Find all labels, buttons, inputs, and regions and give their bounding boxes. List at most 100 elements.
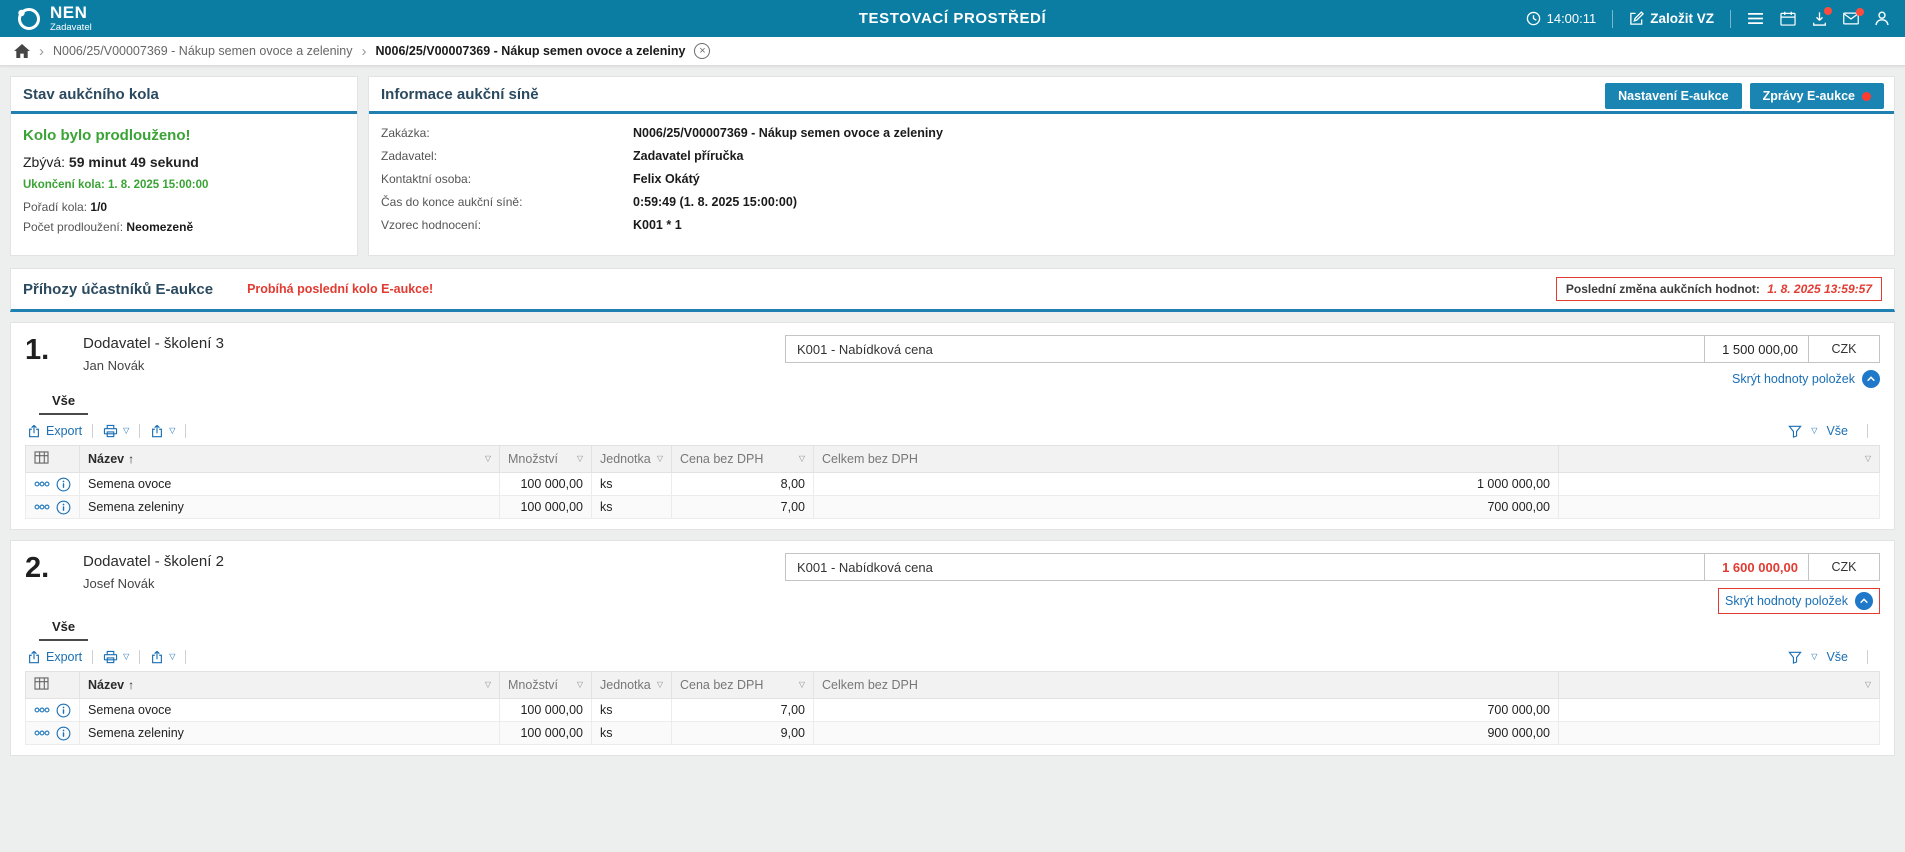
col-total-label: Celkem bez DPH (822, 678, 918, 692)
eauction-messages-button[interactable]: Zprávy E-aukce (1750, 83, 1884, 109)
row-actions-cell (26, 699, 80, 722)
cell-filler (1559, 496, 1880, 519)
filter-caret-icon[interactable]: ▽ (657, 681, 663, 689)
col-grid (26, 672, 80, 699)
bid-currency: CZK (1808, 553, 1880, 581)
caret-down-icon[interactable]: ▽ (1811, 427, 1817, 435)
table-row[interactable]: Semena zeleniny 100 000,00 ks 7,00 700 0… (26, 496, 1880, 519)
col-unit[interactable]: Jednotka▽ (592, 672, 672, 699)
eauction-settings-button[interactable]: Nastavení E-aukce (1605, 83, 1741, 109)
round-extended-status: Kolo bylo prodlouženo! (23, 127, 345, 144)
row-menu-icon[interactable] (34, 730, 50, 736)
filter-caret-icon[interactable]: ▽ (485, 455, 491, 463)
tab-vse[interactable]: Vše (39, 616, 88, 641)
collapse-chevron-icon[interactable] (1855, 592, 1873, 610)
hide-item-values-link[interactable]: Skrýt hodnoty položek (1732, 372, 1855, 386)
export-button[interactable]: Export (27, 650, 82, 664)
filter-caret-icon[interactable]: ▽ (577, 681, 583, 689)
menu-button[interactable] (1747, 12, 1764, 25)
bids-table: Název↑▽ Množství ▽ Jednotka▽ Cena bez DPH… (25, 445, 1880, 519)
row-info-icon[interactable] (56, 500, 71, 515)
filter-caret-icon[interactable]: ▽ (799, 681, 805, 689)
cell-qty: 100 000,00 (500, 699, 592, 722)
hide-item-values[interactable]: Skrýt hodnoty položek (1718, 588, 1880, 614)
table-header-row: Název↑▽ Množství▽ Jednotka▽ Cena bez DPH… (26, 672, 1880, 699)
col-total[interactable]: Celkem bez DPH (814, 446, 1559, 473)
table-row[interactable]: Semena zeleniny 100 000,00 ks 9,00 900 0… (26, 722, 1880, 745)
info-value: Zadavatel příručka (633, 149, 743, 163)
notification-badge (1824, 7, 1832, 15)
print-button[interactable]: ▽ (103, 650, 129, 664)
caret-down-icon[interactable]: ▽ (1811, 653, 1817, 661)
round-end-time: Ukončení kola: 1. 8. 2025 15:00:00 (23, 179, 345, 191)
create-vz-button[interactable]: Založit VZ (1629, 11, 1714, 26)
round-order: Pořadí kola: 1/0 (23, 200, 345, 214)
table-row[interactable]: Semena ovoce 100 000,00 ks 7,00 700 000,… (26, 699, 1880, 722)
breadcrumb-home[interactable] (14, 44, 30, 58)
export-button[interactable]: Export (27, 424, 82, 438)
share-button[interactable]: ▽ (150, 424, 175, 438)
printer-icon (103, 650, 118, 664)
col-unit[interactable]: Jednotka▽ (592, 446, 672, 473)
tab-vse[interactable]: Vše (39, 390, 88, 415)
col-name[interactable]: Název↑▽ (80, 446, 500, 473)
show-all-link[interactable]: Vše (1826, 650, 1848, 664)
print-button[interactable]: ▽ (103, 424, 129, 438)
close-tab-icon[interactable]: × (694, 43, 710, 59)
filter-caret-icon[interactable]: ▽ (577, 455, 583, 463)
filter-caret-icon[interactable]: ▽ (657, 455, 663, 463)
col-qty[interactable]: Množství ▽ (500, 446, 592, 473)
topbar-divider (1730, 10, 1731, 28)
share-button[interactable]: ▽ (150, 650, 175, 664)
col-name[interactable]: Název↑▽ (80, 672, 500, 699)
row-info-icon[interactable] (56, 477, 71, 492)
info-value: 0:59:49 (1. 8. 2025 15:00:00) (633, 195, 797, 209)
breadcrumb-link[interactable]: N006/25/V00007369 - Nákup semen ovoce a … (53, 44, 353, 58)
col-price[interactable]: Cena bez DPH▽ (672, 446, 814, 473)
show-all-link[interactable]: Vše (1826, 424, 1848, 438)
filter-caret-icon[interactable]: ▽ (1865, 455, 1871, 463)
filter-caret-icon[interactable]: ▽ (799, 455, 805, 463)
round-end-label: Ukončení kola: (23, 179, 105, 191)
hide-item-values-link[interactable]: Skrýt hodnoty položek (1725, 594, 1848, 608)
toolbar-divider (92, 650, 93, 664)
filter-caret-icon[interactable]: ▽ (1865, 681, 1871, 689)
last-change-value: 1. 8. 2025 13:59:57 (1767, 282, 1872, 296)
col-qty-label: Množství (508, 452, 558, 466)
share-icon (150, 424, 164, 438)
col-qty[interactable]: Množství▽ (500, 672, 592, 699)
printer-icon (103, 424, 118, 438)
table-row[interactable]: Semena ovoce 100 000,00 ks 8,00 1 000 00… (26, 473, 1880, 496)
info-value: K001 * 1 (633, 218, 682, 232)
grid-toolbar: Export ▽ ▽ ▽ Vše (25, 424, 1880, 438)
topbar-divider (1612, 10, 1613, 28)
downloads-button[interactable] (1812, 11, 1827, 26)
round-order-value: 1/0 (90, 200, 107, 214)
col-total[interactable]: Celkem bez DPH (814, 672, 1559, 699)
user-button[interactable] (1875, 11, 1889, 26)
home-icon (14, 44, 30, 58)
row-info-icon[interactable] (56, 726, 71, 741)
nen-logo[interactable]: NEN Zadavatel (16, 4, 92, 33)
toolbar-divider (1867, 650, 1868, 664)
bid-value: 1 600 000,00 (1704, 553, 1809, 581)
col-name-label: Název (88, 452, 124, 466)
row-menu-icon[interactable] (34, 504, 50, 510)
row-menu-icon[interactable] (34, 707, 50, 713)
filter-button[interactable] (1788, 425, 1802, 438)
round-end-value: 1. 8. 2025 15:00:00 (108, 179, 208, 191)
cell-unit: ks (592, 722, 672, 745)
calendar-button[interactable] (1780, 11, 1796, 26)
filter-caret-icon[interactable]: ▽ (485, 681, 491, 689)
collapse-chevron-icon[interactable] (1862, 370, 1880, 388)
sort-asc-icon: ↑ (128, 678, 134, 692)
hide-item-values[interactable]: Skrýt hodnoty položek (1732, 370, 1880, 388)
messages-button[interactable] (1843, 12, 1859, 25)
info-label: Zadavatel: (381, 149, 633, 163)
col-price[interactable]: Cena bez DPH▽ (672, 672, 814, 699)
row-info-icon[interactable] (56, 703, 71, 718)
filter-button[interactable] (1788, 651, 1802, 664)
cell-total: 900 000,00 (814, 722, 1559, 745)
cell-price: 8,00 (672, 473, 814, 496)
row-menu-icon[interactable] (34, 481, 50, 487)
